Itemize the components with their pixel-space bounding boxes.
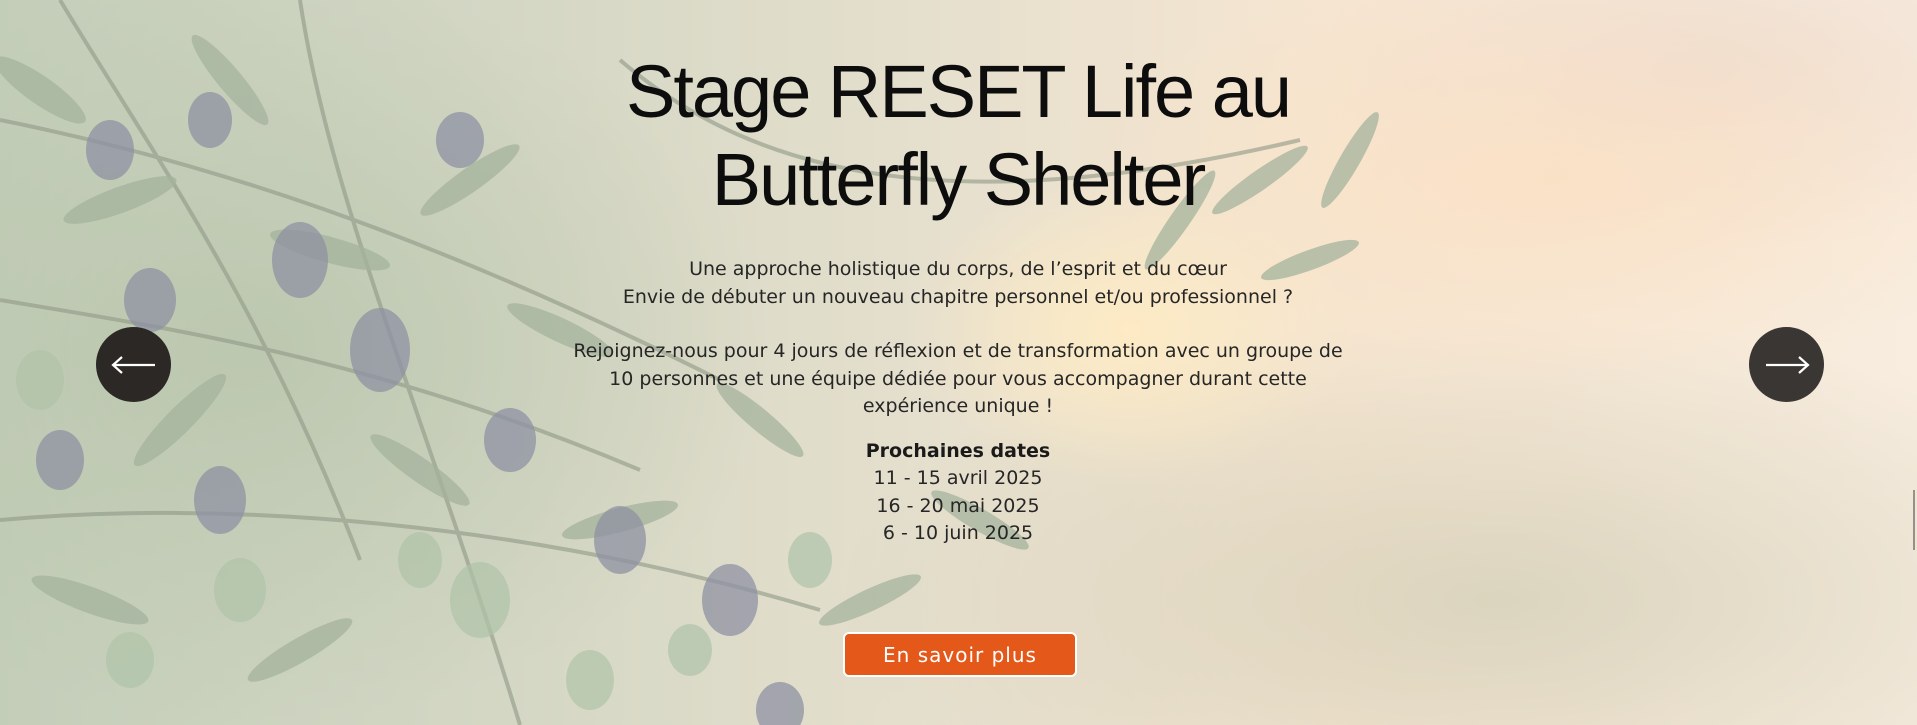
date-item: 6 - 10 juin 2025 <box>882 522 1034 544</box>
hero-invite-line-3: expérience unique ! <box>862 395 1054 417</box>
hero-invite-paragraph: Rejoignez-nous pour 4 jours de réflexion… <box>458 338 1458 421</box>
date-item: 11 - 15 avril 2025 <box>873 467 1043 489</box>
hero-title-line-2: Butterfly Shelter <box>711 138 1206 221</box>
hero-content: Stage RESET Life au Butterfly Shelter Un… <box>458 48 1458 548</box>
carousel-next-button[interactable] <box>1749 327 1824 402</box>
hero-intro-paragraph: Une approche holistique du corps, de l’e… <box>458 256 1458 311</box>
hero-section: Stage RESET Life au Butterfly Shelter Un… <box>0 0 1917 725</box>
hero-description: Une approche holistique du corps, de l’e… <box>458 256 1458 421</box>
hero-invite-line-1: Rejoignez-nous pour 4 jours de réflexion… <box>573 340 1343 362</box>
carousel-prev-button[interactable] <box>96 327 171 402</box>
hero-invite-line-2: 10 personnes et une équipe dédiée pour v… <box>609 367 1307 390</box>
date-item: 16 - 20 mai 2025 <box>876 494 1040 517</box>
hero-intro-line-1: Une approche holistique du corps, de l’e… <box>689 258 1227 280</box>
page-scrollbar[interactable] <box>1913 490 1915 550</box>
upcoming-dates-title: Prochaines dates <box>865 439 1051 462</box>
upcoming-dates: Prochaines dates 11 - 15 avril 2025 16 -… <box>458 438 1458 548</box>
arrow-left-icon <box>110 355 155 374</box>
hero-title: Stage RESET Life au Butterfly Shelter <box>458 48 1458 224</box>
arrow-right-icon <box>1765 355 1810 374</box>
hero-title-line-1: Stage RESET Life au <box>625 50 1292 133</box>
learn-more-button[interactable]: En savoir plus <box>843 632 1077 677</box>
hero-intro-line-2: Envie de débuter un nouveau chapitre per… <box>622 285 1294 308</box>
